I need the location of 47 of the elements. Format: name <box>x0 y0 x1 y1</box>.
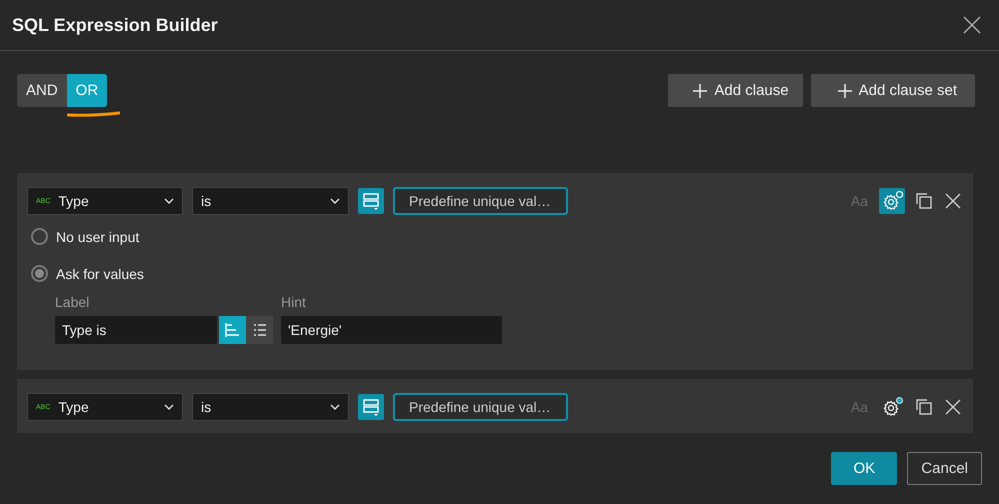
settings-icon <box>881 396 903 418</box>
plus-icon <box>836 82 853 98</box>
window-title: SQL Expression Builder <box>12 14 218 36</box>
list-source-button[interactable] <box>358 394 384 420</box>
option-label: Ask for values <box>56 266 144 282</box>
layout-button[interactable] <box>246 316 273 344</box>
add-button[interactable]: Add clause set <box>810 74 975 107</box>
list-source-button[interactable] <box>358 188 384 214</box>
chevron-icon <box>330 404 340 410</box>
radio-button[interactable] <box>31 228 48 245</box>
copy-icon <box>915 192 933 210</box>
field-caption: Hint <box>281 294 307 310</box>
ok-button[interactable]: OK <box>831 452 898 485</box>
close-icon <box>945 193 961 209</box>
plus-icon <box>692 82 708 98</box>
chevron-icon <box>330 198 340 204</box>
value-button[interactable]: Predefine unique val… <box>393 187 568 215</box>
close-icon[interactable] <box>963 16 981 34</box>
option-label: No user input <box>56 228 140 244</box>
operator-value: is <box>201 193 212 209</box>
field-value: Type <box>58 193 90 209</box>
chevron-icon <box>164 404 174 410</box>
field-caption: Label <box>55 294 90 310</box>
delete-button[interactable] <box>943 397 963 417</box>
duplicate-button[interactable] <box>914 397 934 417</box>
cancel-button[interactable]: Cancel <box>907 452 982 485</box>
hint-input[interactable]: 'Energie' <box>281 316 502 344</box>
annotation-underline <box>67 111 120 117</box>
radio-button[interactable] <box>31 265 48 282</box>
delete-button[interactable] <box>943 191 963 211</box>
duplicate-button[interactable] <box>914 191 934 211</box>
chevron-icon <box>164 198 174 204</box>
logic-tab[interactable]: AND <box>17 74 67 107</box>
list-icon <box>362 192 380 210</box>
operator-value: is <box>201 399 212 415</box>
label-input[interactable]: Type is <box>55 316 217 344</box>
operator-dropdown[interactable]: is <box>192 393 349 421</box>
value-button[interactable]: Predefine unique val… <box>393 393 568 421</box>
settings-icon <box>881 190 903 212</box>
align-icon <box>224 322 240 338</box>
close-icon <box>945 399 961 415</box>
list-icon <box>252 322 268 338</box>
list-icon <box>362 398 380 416</box>
operator-dropdown[interactable]: is <box>192 187 349 215</box>
field-value: Type <box>58 399 90 415</box>
copy-icon <box>915 398 933 416</box>
add-button[interactable]: Add clause <box>668 74 803 107</box>
